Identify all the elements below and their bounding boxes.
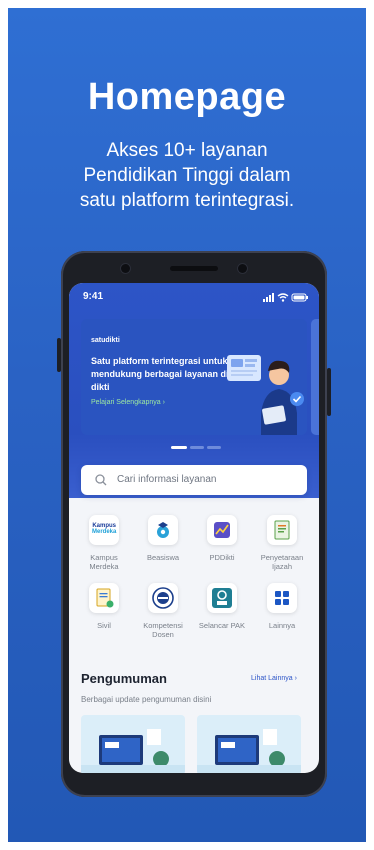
next-banner-peek	[311, 319, 319, 435]
promo-card: Homepage Akses 10+ layanan Pendidikan Ti…	[8, 8, 366, 842]
service-kampus-merdeka[interactable]: Kampus Merdeka Kampus Merdeka	[75, 515, 133, 571]
front-camera-icon	[121, 264, 130, 273]
chevron-right-icon: ›	[294, 675, 297, 682]
service-label: Selancar PAK	[198, 621, 246, 630]
promo-headline: Homepage	[87, 76, 287, 118]
power-button	[327, 368, 331, 416]
search-input[interactable]: Cari informasi layanan	[81, 465, 307, 495]
pak-icon	[207, 583, 237, 613]
service-label: Penyetaraan Ijazah	[260, 553, 304, 571]
grid-icon	[267, 583, 297, 613]
app-screen: 9:41 satudikti Satu platform terintegras…	[69, 283, 319, 773]
announcement-card[interactable]	[197, 715, 301, 773]
sivil-icon	[89, 583, 119, 613]
announcement-card[interactable]	[81, 715, 185, 773]
ijazah-icon	[267, 515, 297, 545]
service-label: Kampus Merdeka	[89, 553, 119, 571]
carousel-dot-active[interactable]	[171, 446, 187, 449]
announcements-subtitle: Berbagai update pengumuman disini	[81, 695, 212, 704]
sensor-icon	[238, 264, 247, 273]
promo-subheadline-line: Pendidikan Tinggi dalam	[83, 165, 291, 186]
service-penyetaraan-ijazah[interactable]: Penyetaraan Ijazah	[253, 515, 311, 571]
promo-banner[interactable]: satudikti Satu platform terintegrasi unt…	[81, 319, 307, 435]
service-label: Beasiswa	[146, 553, 180, 562]
kampus-merdeka-icon: Kampus Merdeka	[89, 515, 119, 545]
satudikti-logo: satudikti	[91, 337, 120, 344]
service-sivil[interactable]: Sivil	[75, 583, 133, 630]
promo-subheadline-line: Akses 10+ layanan	[106, 140, 268, 161]
service-lainnya[interactable]: Lainnya	[253, 583, 311, 630]
announcements-title: Pengumuman	[81, 671, 167, 686]
promo-subheadline: Akses 10+ layanan Pendidikan Tinggi dala…	[8, 138, 366, 213]
banner-title: Satu platform terintegrasi untuk menduku…	[91, 356, 229, 392]
beasiswa-icon	[148, 515, 178, 545]
person-with-laptop-illustration	[227, 355, 304, 435]
carousel-dot[interactable]	[207, 446, 221, 449]
service-label: Kompetensi Dosen	[143, 621, 183, 639]
see-more-link[interactable]: Lihat Lainnya ›	[251, 675, 297, 682]
service-label: Sivil	[97, 621, 111, 630]
announcement-illustration	[197, 729, 301, 773]
phone-speaker	[170, 266, 218, 271]
battery-icon	[291, 293, 308, 302]
announcement-illustration	[81, 729, 185, 773]
service-label: Lainnya	[268, 621, 296, 630]
service-kompetensi-dosen[interactable]: Kompetensi Dosen	[134, 583, 192, 639]
chevron-right-icon: ›	[162, 399, 165, 406]
service-pddikti[interactable]: PDDikti	[193, 515, 251, 562]
learn-more-link[interactable]: Pelajari Selengkapnya ›	[91, 399, 165, 406]
status-time: 9:41	[83, 291, 104, 302]
pddikti-icon	[207, 515, 237, 545]
status-icons	[263, 293, 308, 302]
promo-subheadline-line: satu platform terintegrasi.	[79, 190, 295, 211]
service-beasiswa[interactable]: Beasiswa	[134, 515, 192, 562]
search-placeholder: Cari informasi layanan	[117, 474, 217, 485]
service-label: PDDikti	[209, 553, 235, 562]
phone-mockup: 9:41 satudikti Satu platform terintegras…	[61, 251, 327, 797]
service-selancar-pak[interactable]: Selancar PAK	[193, 583, 251, 630]
learn-more-label: Pelajari Selengkapnya	[91, 399, 161, 406]
serdos-icon	[148, 583, 178, 613]
carousel-dot[interactable]	[190, 446, 204, 449]
see-more-label: Lihat Lainnya	[251, 675, 293, 682]
cellular-signal-icon	[263, 293, 274, 302]
wifi-icon	[277, 293, 289, 302]
search-icon	[95, 474, 107, 486]
